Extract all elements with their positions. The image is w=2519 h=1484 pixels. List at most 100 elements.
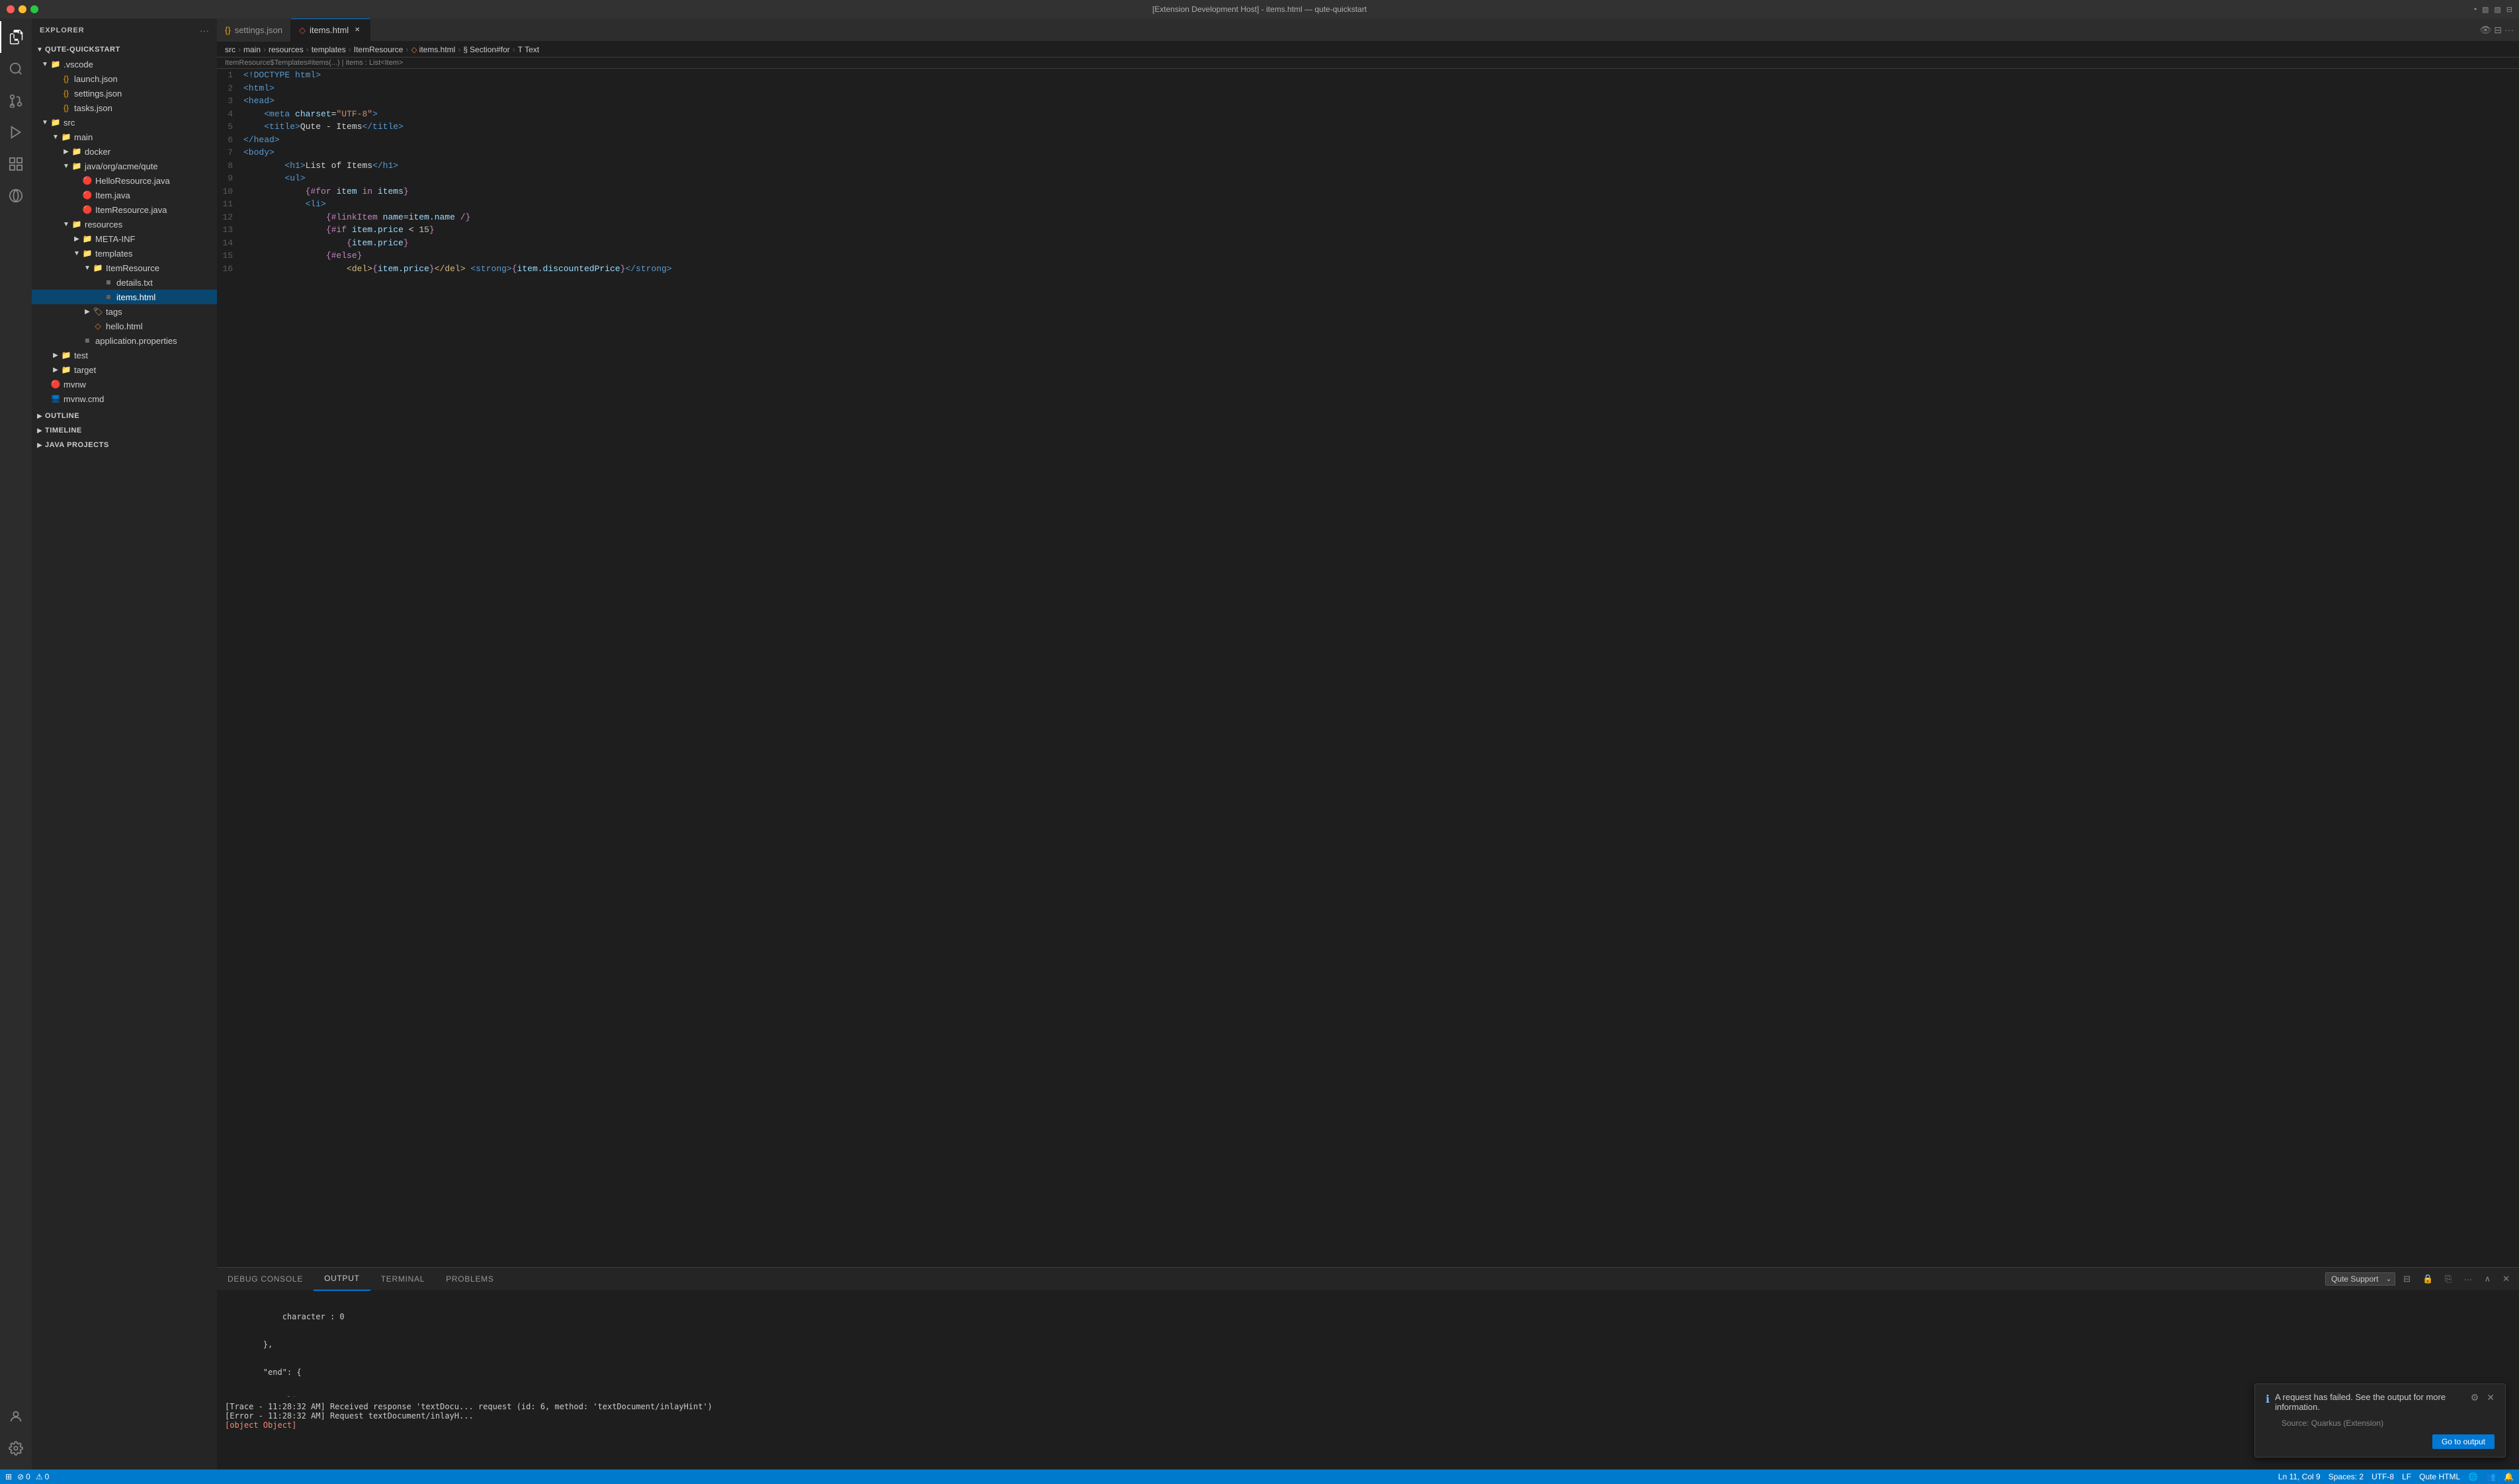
sidebar-item-itemresource-folder[interactable]: ▼ 📁 ItemResource	[32, 261, 217, 275]
sidebar-item-app-props[interactable]: ≡ application.properties	[32, 333, 217, 348]
split-editor-icon[interactable]: ⊟	[2494, 24, 2502, 36]
line-15: 15	[222, 249, 233, 263]
warnings-status-item[interactable]: ⚠ 0	[36, 1472, 49, 1481]
layout-icon-1[interactable]: ▪	[2474, 5, 2477, 14]
sidebar-item-details[interactable]: ≡ details.txt	[32, 275, 217, 290]
sidebar-item-items-html[interactable]: ≡ items.html	[32, 290, 217, 304]
sidebar-item-main[interactable]: ▼ 📁 main	[32, 130, 217, 144]
bc-main[interactable]: main	[243, 45, 261, 54]
activity-settings[interactable]	[0, 1432, 32, 1464]
cursor-position-item[interactable]: Ln 11, Col 9	[2278, 1472, 2321, 1481]
errors-status-item[interactable]: ⊘ 0	[17, 1472, 30, 1481]
clear-output-icon[interactable]: ⊟	[2399, 1272, 2414, 1286]
panel-tab-output[interactable]: OUTPUT	[314, 1268, 370, 1291]
line-ending-item[interactable]: LF	[2402, 1472, 2411, 1481]
lock-icon[interactable]: 🔒	[2418, 1272, 2437, 1286]
tabs-actions: 👁 ⊟ ···	[2479, 24, 2519, 36]
close-button[interactable]	[7, 5, 15, 13]
notification-bell-item[interactable]: 🔔	[2504, 1472, 2514, 1481]
bc-text[interactable]: TText	[518, 45, 539, 54]
minimize-button[interactable]	[19, 5, 26, 13]
sidebar-more-actions[interactable]: ···	[200, 25, 209, 36]
line-6: 6	[222, 134, 233, 147]
sidebar-item-resources[interactable]: ▼ 📁 resources	[32, 217, 217, 231]
activity-run[interactable]	[0, 116, 32, 148]
sidebar-item-target[interactable]: ▶ 📁 target	[32, 362, 217, 377]
activity-git[interactable]	[0, 85, 32, 116]
panel-tabs: DEBUG CONSOLE OUTPUT TERMINAL PROBLEMS Q…	[217, 1268, 2519, 1291]
notif-message-text: A request has failed. See the output for…	[2275, 1392, 2465, 1412]
panel-tab-terminal[interactable]: TERMINAL	[370, 1268, 435, 1291]
go-to-output-button[interactable]: Go to output	[2432, 1434, 2495, 1449]
panel-more-icon[interactable]: ···	[2460, 1273, 2477, 1286]
tab-close-button[interactable]: ✕	[353, 26, 362, 35]
sidebar-item-settings-json[interactable]: {} settings.json	[32, 86, 217, 101]
tab-html-icon: ◇	[299, 25, 306, 36]
sidebar-item-root[interactable]: ▼ QUTE-QUICKSTART	[32, 42, 217, 57]
remote-status-item[interactable]: ⊞	[5, 1472, 12, 1481]
sidebar-item-vscode[interactable]: ▼ 📁 .vscode	[32, 57, 217, 71]
notif-close-button[interactable]: ✕	[2487, 1392, 2495, 1403]
timeline-label: TIMELINE	[45, 427, 217, 434]
bc-itemresource[interactable]: ItemResource	[354, 45, 404, 54]
sidebar-item-docker[interactable]: ▶ 📁 docker	[32, 144, 217, 159]
panel-chevron-up[interactable]: ∧	[2481, 1272, 2495, 1286]
sidebar-item-launch[interactable]: {} launch.json	[32, 71, 217, 86]
activity-explorer[interactable]	[0, 21, 32, 53]
sidebar-item-hello[interactable]: 🔴 HelloResource.java	[32, 173, 217, 188]
sidebar-item-java-projects[interactable]: ▶ JAVA PROJECTS	[32, 438, 217, 452]
sidebar-item-itemresource-java[interactable]: 🔴 ItemResource.java	[32, 202, 217, 217]
sidebar-item-hello-html[interactable]: ◇ hello.html	[32, 319, 217, 333]
sidebar-item-java[interactable]: ▼ 📁 java/org/acme/qute	[32, 159, 217, 173]
sidebar-item-tasks[interactable]: {} tasks.json	[32, 101, 217, 115]
items-html-label: items.html	[116, 292, 217, 302]
layout-icon-4[interactable]: ⊟	[2506, 5, 2512, 14]
tab-settings-json[interactable]: {} settings.json	[217, 19, 291, 42]
layout-icon-3[interactable]: ▨	[2494, 5, 2500, 14]
bc-resources[interactable]: resources	[269, 45, 304, 54]
bc-templates[interactable]: templates	[312, 45, 346, 54]
sidebar-item-templates[interactable]: ▼ 📁 templates	[32, 246, 217, 261]
sidebar-item-tags[interactable]: ▶ 🏷 tags	[32, 304, 217, 319]
layout-icon-2[interactable]: ▧	[2482, 5, 2489, 14]
panel-close[interactable]: ✕	[2498, 1272, 2514, 1286]
root-label: QUTE-QUICKSTART	[45, 46, 217, 54]
bc-section-for[interactable]: §Section#for	[463, 45, 509, 54]
notif-gear-icon[interactable]: ⚙	[2471, 1392, 2479, 1403]
bc-items-html[interactable]: ◇items.html	[411, 45, 455, 54]
sidebar-item-timeline[interactable]: ▶ TIMELINE	[32, 423, 217, 438]
language-mode-item[interactable]: Qute HTML	[2419, 1472, 2460, 1481]
indentation-item[interactable]: Spaces: 2	[2328, 1472, 2364, 1481]
panel-tab-debug[interactable]: DEBUG CONSOLE	[217, 1268, 314, 1291]
sidebar-item-test[interactable]: ▶ 📁 test	[32, 348, 217, 362]
code-line-7: <body>	[243, 146, 2499, 159]
activity-account[interactable]	[0, 1401, 32, 1432]
copy-icon[interactable]: ⎘	[2441, 1272, 2455, 1286]
sidebar-item-item[interactable]: 🔴 Item.java	[32, 188, 217, 202]
templates-arrow: ▼	[71, 248, 82, 259]
preview-icon[interactable]: 👁	[2479, 24, 2491, 36]
more-actions-icon[interactable]: ···	[2504, 24, 2514, 36]
activity-remote[interactable]	[0, 180, 32, 212]
sidebar-item-outline[interactable]: ▶ OUTLINE	[32, 409, 217, 423]
world-status-item[interactable]: 🌐	[2468, 1472, 2478, 1481]
scrollbar[interactable]	[2510, 69, 2519, 1267]
activity-search[interactable]	[0, 53, 32, 85]
panel-tab-problems[interactable]: PROBLEMS	[435, 1268, 504, 1291]
tags-arrow: ▶	[82, 306, 93, 317]
title-bar-actions: ▪ ▧ ▨ ⊟	[2474, 5, 2512, 14]
maximize-button[interactable]	[30, 5, 38, 13]
sidebar-item-meta-inf[interactable]: ▶ 📁 META-INF	[32, 231, 217, 246]
sync-status-item[interactable]: 👥	[2486, 1472, 2496, 1481]
sidebar-item-mvnw[interactable]: 🔴 mvnw	[32, 377, 217, 392]
code-editor[interactable]: 1 2 3 4 5 6 7 8 9 10 11 12 13 14	[217, 69, 2519, 1267]
sidebar-item-src[interactable]: ▼ 📁 src	[32, 115, 217, 130]
section-bc-icon: §	[463, 45, 468, 54]
bc-src[interactable]: src	[225, 45, 235, 54]
activity-extensions[interactable]	[0, 148, 32, 180]
output-channel-select[interactable]: Qute Support Java Maven	[2325, 1272, 2395, 1286]
encoding-item[interactable]: UTF-8	[2371, 1472, 2394, 1481]
tab-items-html[interactable]: ◇ items.html ✕	[291, 19, 370, 42]
notif-source-text: Source: Quarkus (Extension)	[2266, 1419, 2495, 1428]
sidebar-item-mvnw-cmd[interactable]: 🖥 mvnw.cmd	[32, 392, 217, 406]
